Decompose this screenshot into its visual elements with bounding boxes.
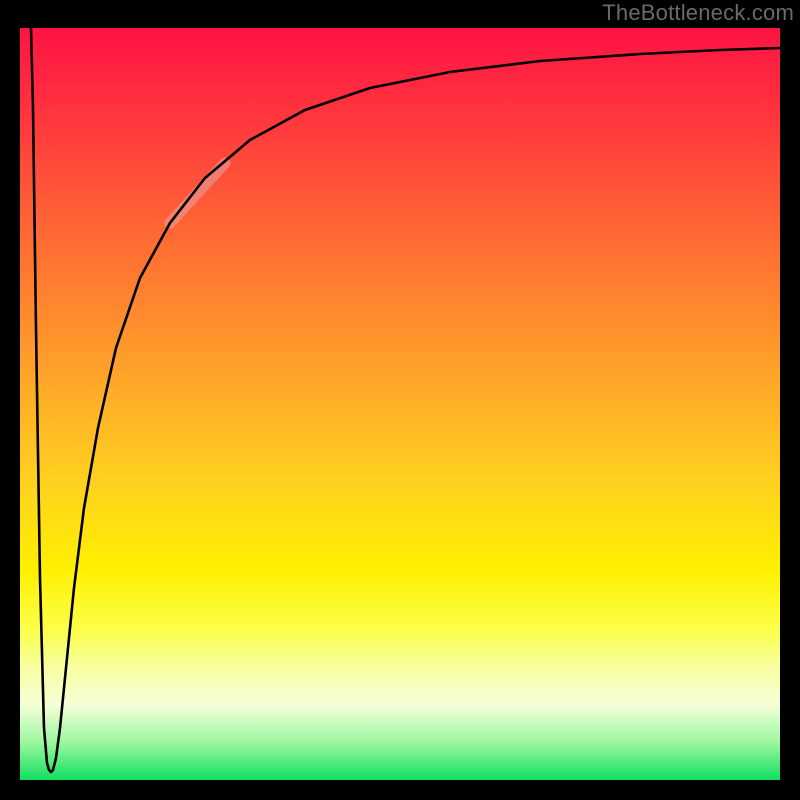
watermark-text: TheBottleneck.com [602, 0, 794, 26]
curve-layer [20, 28, 780, 780]
bottleneck-curve [31, 28, 780, 772]
chart-frame: TheBottleneck.com [0, 0, 800, 800]
plot-area [20, 28, 780, 780]
